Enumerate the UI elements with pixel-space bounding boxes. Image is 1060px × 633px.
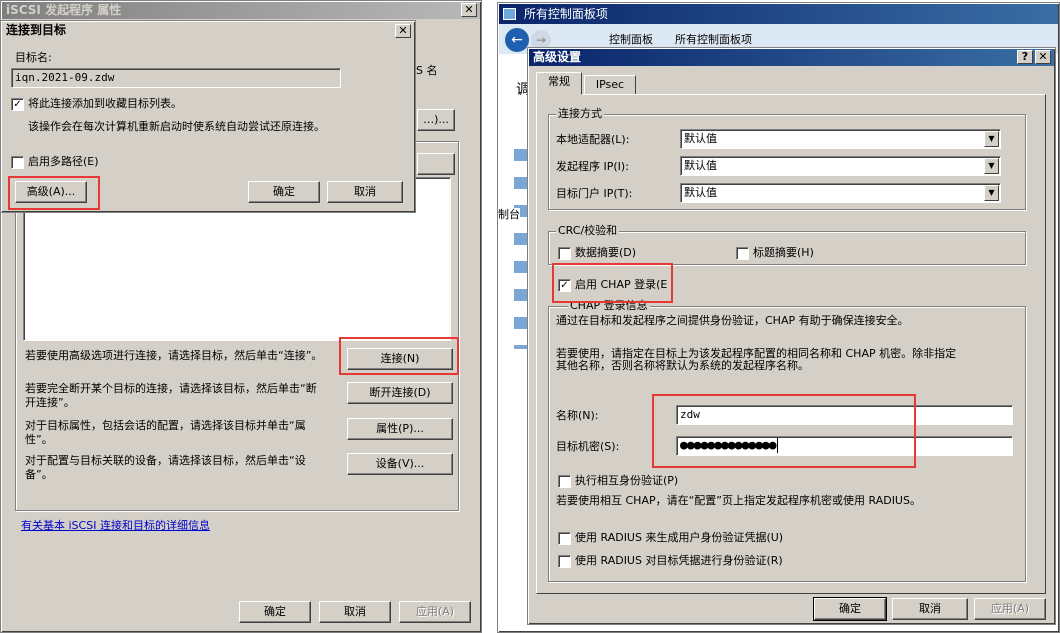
target-name-field[interactable]: iqn.2021-09.zdw (11, 68, 341, 88)
iscsi-help-link[interactable]: 有关基本 iSCSI 连接和目标的详细信息 (21, 519, 210, 533)
tab-general[interactable]: 常规 (536, 72, 582, 95)
credentials-highlight (652, 394, 916, 468)
target-properties-button[interactable]: 属性(P)... (347, 418, 453, 440)
properties-title-bar: iSCSI 发起程序 属性 (2, 2, 480, 19)
multipath-checkbox[interactable] (11, 156, 24, 169)
mutual-auth-description: 若要使用相互 CHAP，请在“配置”页上指定发起程序机密或使用 RADIUS。 (556, 494, 921, 507)
devices-button[interactable]: 设备(V)... (347, 453, 453, 475)
crc-group-title: CRC/校验和 (556, 224, 620, 238)
local-adapter-value: 默认值 (684, 132, 717, 145)
devices-info-text: 对于配置与目标关联的设备，请选择该目标，然后单击“设备”。 (25, 454, 306, 481)
header-digest-label: 标题摘要(H) (753, 246, 814, 259)
partial-button[interactable]: …)... (417, 109, 455, 131)
radius-target-checkbox[interactable] (558, 555, 571, 568)
portal-ip-value: 默认值 (684, 186, 717, 199)
advanced-cancel-button[interactable]: 取消 (892, 598, 968, 620)
advanced-ok-button[interactable]: 确定 (813, 597, 887, 621)
favorites-description: 该操作会在每次计算机重新启动时使系统自动尝试还原连接。 (28, 120, 325, 133)
properties-title: iSCSI 发起程序 属性 (6, 3, 122, 17)
local-adapter-select[interactable]: 默认值 ▼ (680, 129, 1001, 149)
control-panel-item-icons (514, 149, 528, 349)
connect-title-bar: 连接到目标 (2, 22, 414, 39)
connect-to-target-dialog: 连接到目标 ✕ 目标名: iqn.2021-09.zdw ✓ 将此连接添加到收藏… (0, 20, 416, 213)
properties-info-text: 对于目标属性，包括会话的配置，请选择该目标并单击“属性”。 (25, 419, 306, 446)
properties-cancel-button[interactable]: 取消 (319, 601, 391, 623)
partial-label: S 名 (416, 64, 438, 77)
header-digest-checkbox[interactable] (736, 247, 749, 260)
connect-close-button[interactable]: ✕ (395, 24, 411, 38)
control-panel-icon (503, 8, 516, 20)
tab-ipsec[interactable]: IPsec (584, 75, 636, 95)
properties-apply-button[interactable]: 应用(A) (399, 601, 471, 623)
portal-ip-select[interactable]: 默认值 ▼ (680, 183, 1001, 203)
data-digest-checkbox[interactable] (558, 247, 571, 260)
control-panel-title-bar: 所有控制面板项 (499, 4, 1058, 24)
help-button[interactable]: ? (1017, 50, 1033, 64)
local-adapter-label: 本地适配器(L): (556, 133, 630, 146)
target-secret-label: 目标机密(S): (556, 440, 620, 453)
properties-close-button[interactable]: ✕ (461, 3, 477, 17)
initiator-ip-select[interactable]: 默认值 ▼ (680, 156, 1001, 176)
disconnect-info-text: 若要完全断开某个目标的连接，请选择该目标，然后单击“断开连接”。 (25, 382, 317, 409)
control-panel-title: 所有控制面板项 (523, 7, 608, 21)
target-name-label: 目标名: (15, 51, 52, 64)
connect-cancel-button[interactable]: 取消 (327, 181, 403, 203)
connect-highlight (339, 337, 459, 375)
connect-title: 连接到目标 (6, 23, 67, 37)
chevron-down-icon[interactable]: ▼ (984, 131, 999, 147)
advanced-settings-dialog: 高级设置 ? ✕ 常规 IPsec 连接方式 本地适配器(L): 默认值 ▼ 发… (527, 47, 1056, 625)
mutual-auth-checkbox[interactable] (558, 475, 571, 488)
disconnect-button[interactable]: 断开连接(D) (347, 382, 453, 404)
chap-highlight (552, 263, 673, 303)
connect-by-group-title: 连接方式 (556, 107, 604, 121)
properties-ok-button[interactable]: 确定 (239, 601, 311, 623)
connect-ok-button[interactable]: 确定 (248, 181, 320, 203)
advanced-highlight (8, 176, 100, 210)
advanced-close-button[interactable]: ✕ (1035, 50, 1051, 64)
mutual-auth-label: 执行相互身份验证(P) (575, 474, 679, 487)
chevron-down-icon[interactable]: ▼ (984, 185, 999, 201)
chap-description: 通过在目标和发起程序之间提供身份验证，CHAP 有助于确保连接安全。 (556, 314, 909, 327)
radius-user-label: 使用 RADIUS 来生成用户身份验证凭据(U) (575, 531, 784, 544)
breadcrumb-item-1[interactable]: 控制面板 (609, 33, 653, 47)
data-digest-label: 数据摘要(D) (575, 246, 637, 259)
favorites-label: 将此连接添加到收藏目标列表。 (28, 97, 182, 110)
initiator-ip-value: 默认值 (684, 159, 717, 172)
control-panel-side-text: 制台 (498, 208, 520, 222)
connect-info-text: 若要使用高级选项进行连接，请选择目标，然后单击“连接”。 (25, 349, 323, 362)
back-arrow-icon[interactable]: ← (505, 28, 529, 52)
chevron-down-icon[interactable]: ▼ (984, 158, 999, 174)
multipath-label: 启用多路径(E) (28, 155, 99, 168)
chap-name-label: 名称(N): (556, 409, 599, 422)
advanced-apply-button[interactable]: 应用(A) (974, 598, 1046, 620)
breadcrumb-item-2[interactable]: 所有控制面板项 (675, 33, 752, 47)
advanced-title-bar: 高级设置 (529, 49, 1054, 66)
portal-ip-label: 目标门户 IP(T): (556, 187, 633, 200)
radius-target-label: 使用 RADIUS 对目标凭据进行身份验证(R) (575, 554, 783, 567)
radius-user-checkbox[interactable] (558, 532, 571, 545)
favorites-checkbox[interactable]: ✓ (11, 98, 24, 111)
chap-usage-line-2: 其他名称，否则名称将默认为系统的发起程序名称。 (556, 359, 809, 372)
initiator-ip-label: 发起程序 IP(I): (556, 160, 629, 173)
advanced-title: 高级设置 (533, 50, 582, 64)
